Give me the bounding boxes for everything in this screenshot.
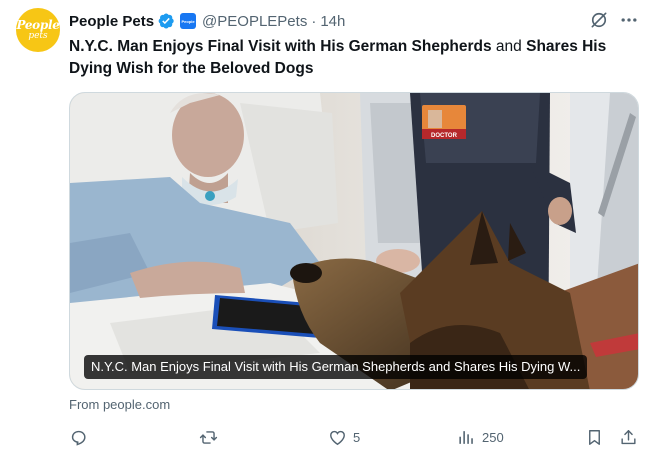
share-button[interactable]	[619, 428, 638, 447]
avatar-logo-text: People	[16, 18, 60, 32]
tweet-header: People Pets People @PEOPLEPets · 14h	[69, 10, 345, 32]
card-caption-overlay: N.Y.C. Man Enjoys Final Visit with His G…	[84, 355, 588, 379]
share-icon	[621, 430, 636, 445]
affiliate-badge-icon[interactable]: People	[180, 13, 197, 29]
heart-icon	[330, 430, 345, 446]
bookmark-button[interactable]	[585, 428, 604, 447]
doctor-badge-text: DOCTOR	[431, 133, 458, 139]
tweet-article[interactable]: People pets People Pets People @PEOPLEPe…	[0, 0, 653, 463]
tweet-actions: 5 250	[69, 428, 641, 450]
headline-part: N.Y.C. Man Enjoys Final Visit with His G…	[69, 38, 492, 55]
views-icon	[459, 431, 473, 444]
views-button[interactable]: 250	[457, 428, 504, 447]
verified-badge-icon	[157, 12, 175, 30]
repost-icon	[199, 431, 218, 444]
like-count: 5	[353, 430, 361, 445]
views-count: 250	[482, 430, 504, 445]
repost-button[interactable]	[199, 428, 224, 447]
account-name[interactable]: People Pets	[69, 13, 154, 30]
avatar-logo-subtext: pets	[28, 31, 48, 41]
tweet-text: N.Y.C. Man Enjoys Final Visit with His G…	[69, 36, 639, 80]
reply-icon	[71, 430, 86, 446]
card-caption: N.Y.C. Man Enjoys Final Visit with His G…	[91, 359, 581, 374]
account-handle[interactable]: @PEOPLEPets	[202, 13, 307, 30]
reply-button[interactable]	[69, 428, 94, 447]
tweet-timestamp[interactable]: 14h	[320, 13, 345, 30]
header-separator: ·	[311, 12, 317, 30]
card-source-link[interactable]: From people.com	[69, 397, 170, 412]
bookmark-icon	[589, 430, 600, 445]
photo-illustration: DOCTOR	[70, 93, 638, 389]
like-button[interactable]: 5	[328, 428, 360, 447]
more-options-icon[interactable]	[619, 10, 639, 30]
headline-part: and	[491, 38, 527, 55]
account-avatar[interactable]: People pets	[16, 8, 60, 52]
link-card-image[interactable]: DOCTOR N.Y.C. Man Enjoys Final Visit wit…	[69, 92, 639, 390]
grok-icon[interactable]	[589, 10, 609, 30]
